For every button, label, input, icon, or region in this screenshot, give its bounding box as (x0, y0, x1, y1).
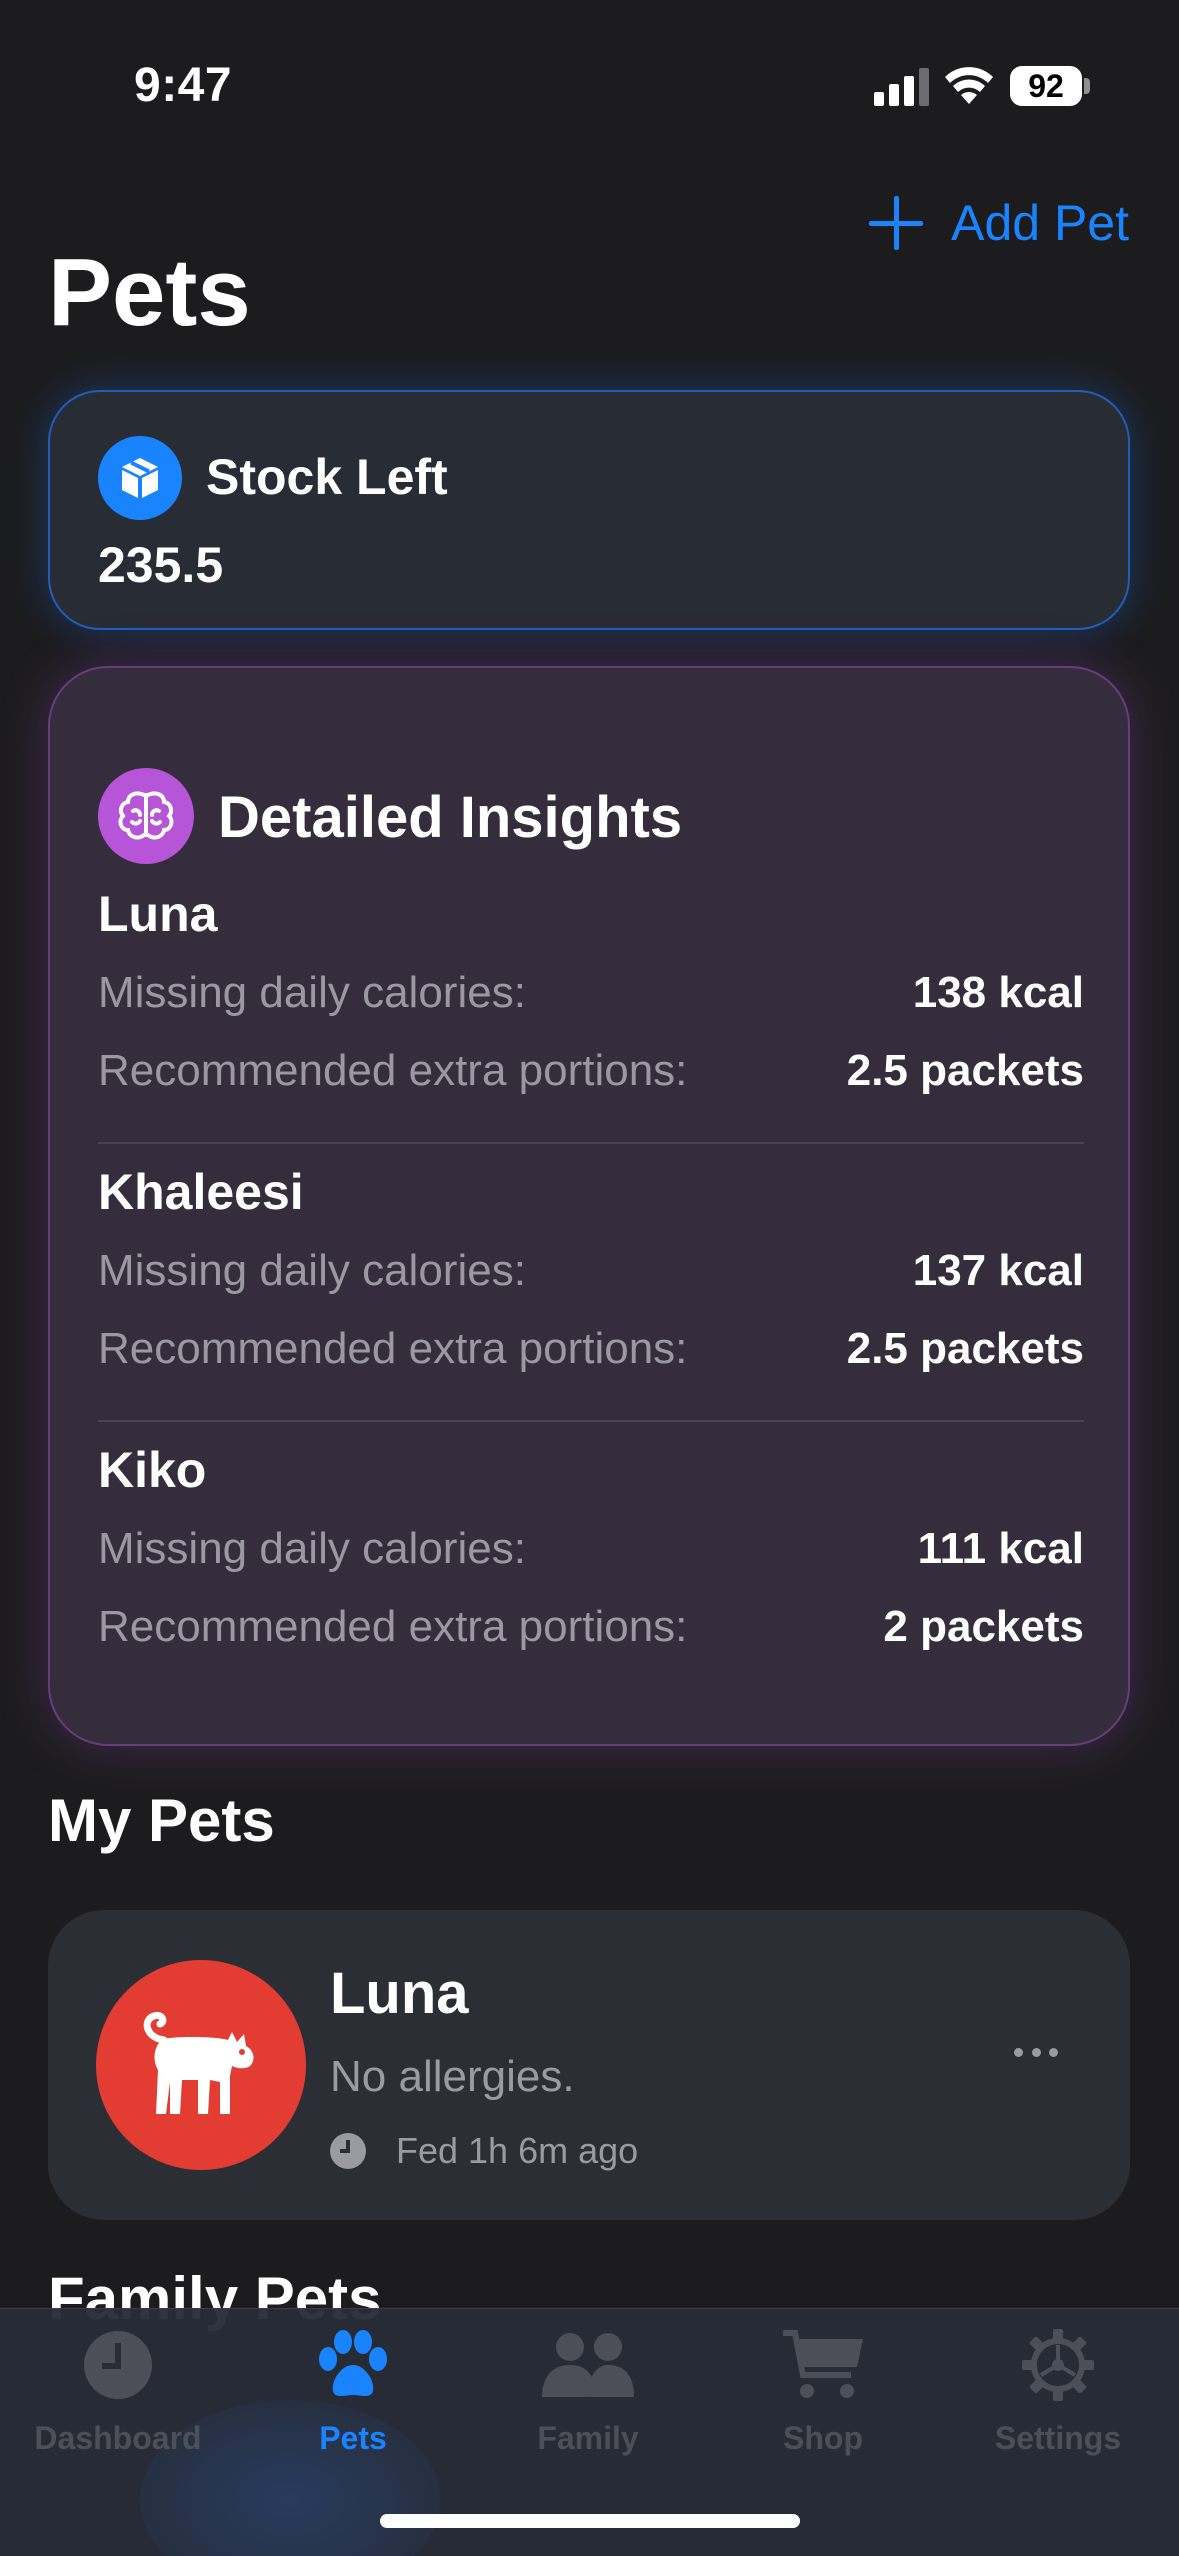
portions-row: Recommended extra portions: 2 packets (98, 1588, 1084, 1666)
add-pet-label: Add Pet (951, 195, 1129, 251)
battery-tip (1084, 78, 1090, 94)
pet-allergies: No allergies. (330, 2052, 575, 2101)
calories-row: Missing daily calories: 137 kcal (98, 1232, 1084, 1310)
pet-fed-status: Fed 1h 6m ago (330, 2130, 638, 2172)
clock-icon (330, 2133, 366, 2169)
paw-icon (315, 2320, 391, 2410)
page-title: Pets (48, 239, 251, 346)
stock-value: 235.5 (98, 537, 224, 593)
tab-shop[interactable]: Shop (723, 2320, 923, 2457)
insight-pet-name: Kiko (98, 1442, 207, 1498)
tab-label: Shop (783, 2420, 863, 2456)
tab-dashboard[interactable]: Dashboard (18, 2320, 218, 2457)
cart-icon (781, 2320, 865, 2410)
calories-value: 137 kcal (912, 1246, 1084, 1295)
insights-card: Detailed Insights Luna Missing daily cal… (48, 666, 1130, 1746)
wifi-icon (945, 67, 993, 104)
tab-pets[interactable]: Pets (253, 2320, 453, 2457)
pet-insight-khaleesi: Khaleesi Missing daily calories: 137 kca… (98, 1152, 1084, 1388)
calories-value: 138 kcal (912, 968, 1084, 1017)
more-options-icon[interactable] (1014, 2048, 1058, 2060)
box-icon (98, 436, 182, 520)
add-pet-button[interactable]: Add Pet (869, 194, 1129, 252)
plus-icon (869, 196, 924, 250)
people-icon (540, 2320, 636, 2410)
status-bar: 9:47 92 (0, 0, 1179, 170)
insight-pet-name: Khaleesi (98, 1164, 304, 1220)
insights-title: Detailed Insights (218, 785, 683, 850)
tab-label: Family (537, 2420, 639, 2456)
tab-label: Pets (319, 2420, 387, 2456)
brain-icon (98, 768, 194, 864)
stock-card[interactable]: Stock Left 235.5 (48, 390, 1130, 630)
portions-row: Recommended extra portions: 2.5 packets (98, 1032, 1084, 1110)
portions-label: Recommended extra portions: (98, 1602, 688, 1651)
divider (98, 1420, 1084, 1422)
portions-label: Recommended extra portions: (98, 1324, 688, 1373)
calories-label: Missing daily calories: (98, 968, 526, 1017)
tab-family[interactable]: Family (488, 2320, 688, 2457)
pet-card-luna[interactable]: Luna No allergies. Fed 1h 6m ago (48, 1910, 1130, 2220)
portions-label: Recommended extra portions: (98, 1046, 688, 1095)
calories-label: Missing daily calories: (98, 1246, 526, 1295)
tab-label: Settings (994, 2420, 1122, 2456)
portions-value: 2.5 packets (846, 1324, 1084, 1373)
calories-label: Missing daily calories: (98, 1524, 526, 1573)
tab-label: Dashboard (34, 2420, 202, 2456)
divider (98, 1142, 1084, 1144)
calories-row: Missing daily calories: 138 kcal (98, 954, 1084, 1032)
clock-icon (82, 2320, 154, 2410)
calories-row: Missing daily calories: 111 kcal (98, 1510, 1084, 1588)
portions-row: Recommended extra portions: 2.5 packets (98, 1310, 1084, 1388)
pet-insight-kiko: Kiko Missing daily calories: 111 kcal Re… (98, 1430, 1084, 1666)
my-pets-title: My Pets (48, 1787, 275, 1854)
cat-icon (96, 1960, 306, 2170)
portions-value: 2 packets (883, 1602, 1084, 1651)
gear-icon (1020, 2320, 1096, 2410)
insight-pet-name: Luna (98, 886, 218, 942)
battery-indicator: 92 (1010, 66, 1082, 106)
fed-text: Fed 1h 6m ago (396, 2130, 639, 2171)
pet-insight-luna: Luna Missing daily calories: 138 kcal Re… (98, 874, 1084, 1110)
calories-value: 111 kcal (917, 1524, 1084, 1573)
pet-name: Luna (330, 1961, 469, 2026)
stock-label: Stock Left (206, 449, 448, 505)
signal-icon (874, 66, 930, 106)
status-time: 9:47 (134, 59, 233, 112)
tab-settings[interactable]: Settings (958, 2320, 1158, 2457)
portions-value: 2.5 packets (846, 1046, 1084, 1095)
home-indicator[interactable] (380, 2514, 800, 2528)
